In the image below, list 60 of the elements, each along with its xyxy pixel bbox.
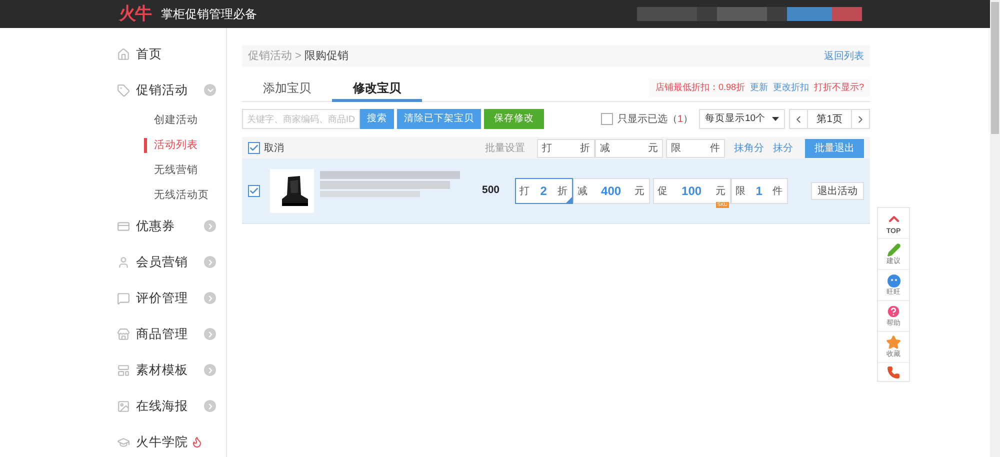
sidebar-item[interactable]: 会员营销 — [117, 244, 226, 280]
discount-input-field[interactable]: 减 400 元 — [572, 178, 650, 204]
slogan: 掌柜促销管理必备 — [161, 6, 257, 23]
batch-input-field[interactable]: 限 件 — [666, 138, 725, 158]
home-icon — [117, 48, 130, 60]
breadcrumb-separator: > — [295, 48, 302, 64]
discount-input-field[interactable]: 限 1 件 — [730, 178, 788, 204]
tab[interactable]: 添加宝贝 — [242, 76, 332, 102]
phone-icon — [887, 366, 900, 378]
sidebar-subitem[interactable]: 创建活动 — [144, 112, 198, 128]
expand-icon[interactable] — [204, 292, 216, 304]
checkbox[interactable] — [248, 185, 260, 197]
expand-icon[interactable] — [204, 256, 216, 268]
warning-link[interactable]: 打折不显示? — [814, 81, 864, 95]
tab[interactable]: 修改宝贝 — [332, 76, 422, 102]
star-icon — [886, 335, 901, 350]
sidebar-item[interactable]: 评价管理 — [117, 280, 226, 316]
sidebar-subitem[interactable]: 无线营销 — [144, 162, 198, 178]
layout-icon — [117, 364, 130, 376]
batch-input-field[interactable]: 减 元 — [595, 138, 663, 158]
expand-icon[interactable] — [204, 328, 216, 340]
sidebar-subitem[interactable]: 活动列表 — [144, 138, 198, 154]
select-all-label[interactable]: 取消 — [264, 140, 284, 156]
sidebar-item[interactable]: 促销活动 — [117, 72, 226, 108]
store-icon — [117, 328, 130, 340]
image-icon — [117, 400, 130, 412]
discount-input-field[interactable]: 打 2 折 — [514, 178, 573, 204]
expand-icon[interactable] — [204, 364, 216, 376]
checkbox[interactable] — [601, 113, 614, 125]
caret-icon — [772, 117, 779, 121]
stock-count: 500 — [482, 183, 500, 198]
pencil-icon — [886, 242, 900, 256]
card-icon — [117, 220, 130, 232]
notice-text: 店铺最低折扣：0.98折 — [655, 81, 745, 94]
sidebar-item[interactable]: 商品管理 — [117, 316, 226, 352]
exit-activity-button[interactable]: 退出活动 — [811, 182, 864, 200]
batch-input-field[interactable]: 打 折 — [537, 138, 595, 158]
sidebar-item[interactable]: 在线海报 — [117, 388, 226, 424]
sidebar-item[interactable]: 火牛学院 — [117, 424, 226, 457]
breadcrumb-current: 限购促销 — [304, 48, 348, 64]
user-icon — [117, 256, 130, 268]
batch-label: 批量设置 — [485, 142, 525, 156]
checkbox[interactable] — [248, 142, 260, 154]
page-number: 第1页 — [816, 112, 844, 126]
page-size-dropdown[interactable]: 每页显示10个 — [699, 109, 785, 129]
show-selected-label: 只显示已选（1） — [617, 112, 693, 126]
sidebar-item[interactable]: 素材模板 — [117, 352, 226, 388]
sidebar-subitem[interactable]: 无线活动页 — [144, 188, 209, 204]
comment-icon — [117, 292, 130, 304]
collapse-icon[interactable] — [204, 84, 216, 96]
sidebar-item[interactable]: 首页 — [117, 36, 226, 72]
chat-bubble-icon — [886, 274, 900, 288]
search-field[interactable]: 关键字、商家编码、商品ID — [242, 109, 360, 129]
sidebar-item[interactable]: 优惠券 — [117, 208, 226, 244]
cap-icon — [117, 436, 130, 448]
expand-icon[interactable] — [204, 400, 216, 412]
logo[interactable]: 火牛 — [119, 1, 151, 27]
expand-icon[interactable] — [204, 220, 216, 232]
help-icon — [886, 304, 901, 319]
tag-icon — [117, 84, 130, 96]
